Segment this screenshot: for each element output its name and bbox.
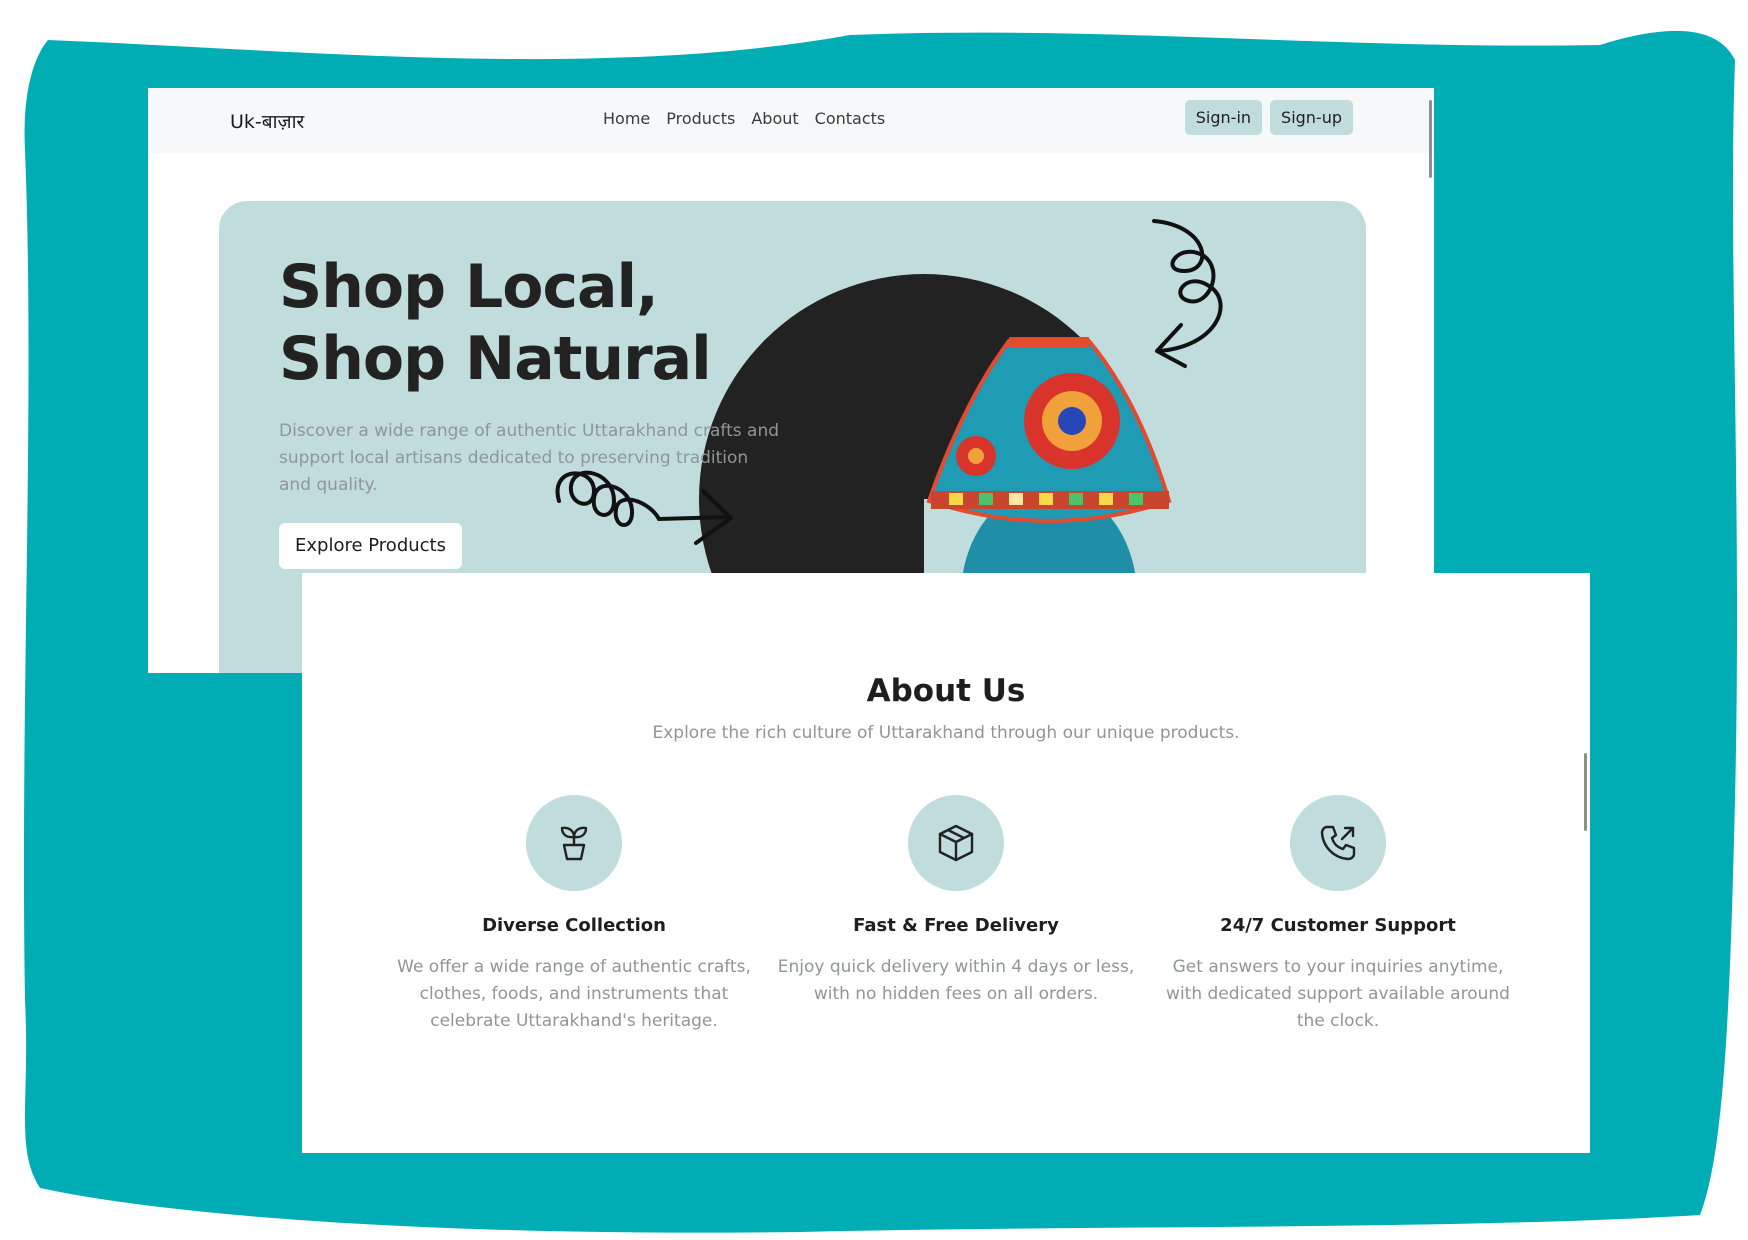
feature-title: Diverse Collection: [482, 915, 666, 936]
auth-buttons: Sign-in Sign-up: [1184, 100, 1353, 135]
explore-products-button[interactable]: Explore Products: [279, 523, 462, 569]
hero-title-line1: Shop Local,: [279, 252, 659, 322]
feature-card: Diverse Collection We offer a wide range…: [384, 795, 764, 1035]
nav-link-about[interactable]: About: [751, 109, 798, 128]
hero-title-line2: Shop Natural: [279, 324, 712, 394]
squiggle-arrow-right: [1152, 219, 1223, 353]
signin-button[interactable]: Sign-in: [1184, 100, 1263, 135]
feature-title: 24/7 Customer Support: [1220, 915, 1456, 936]
hero-title: Shop Local, Shop Natural: [279, 251, 839, 395]
brand-logo[interactable]: Uk-बाज़ार: [230, 108, 304, 134]
feature-description: Get answers to your inquiries anytime, w…: [1166, 957, 1510, 1031]
nav-link-products[interactable]: Products: [666, 109, 735, 128]
phone-outgoing-icon: [1290, 795, 1386, 891]
about-subtitle: Explore the rich culture of Uttarakhand …: [652, 723, 1240, 743]
feature-description: Enjoy quick delivery within 4 days or le…: [777, 957, 1135, 1004]
scrollbar[interactable]: [1429, 100, 1432, 178]
signup-button[interactable]: Sign-up: [1270, 100, 1353, 135]
feature-title: Fast & Free Delivery: [853, 915, 1059, 936]
feature-card: Fast & Free Delivery Enjoy quick deliver…: [766, 795, 1146, 1008]
about-title: About Us: [866, 673, 1026, 709]
box-icon: [908, 795, 1004, 891]
about-screenshot: About Us Explore the rich culture of Utt…: [302, 573, 1590, 1153]
navbar: Uk-बाज़ार Home Products About Contacts S…: [148, 88, 1434, 153]
nav-link-home[interactable]: Home: [603, 109, 650, 128]
nav-links: Home Products About Contacts: [603, 109, 885, 128]
plant-pot-icon: [526, 795, 622, 891]
hero-description: Discover a wide range of authentic Uttar…: [279, 421, 780, 495]
nav-link-contacts[interactable]: Contacts: [815, 109, 886, 128]
feature-description: We offer a wide range of authentic craft…: [397, 957, 751, 1031]
feature-card: 24/7 Customer Support Get answers to you…: [1148, 795, 1528, 1035]
scrollbar[interactable]: [1584, 753, 1587, 831]
